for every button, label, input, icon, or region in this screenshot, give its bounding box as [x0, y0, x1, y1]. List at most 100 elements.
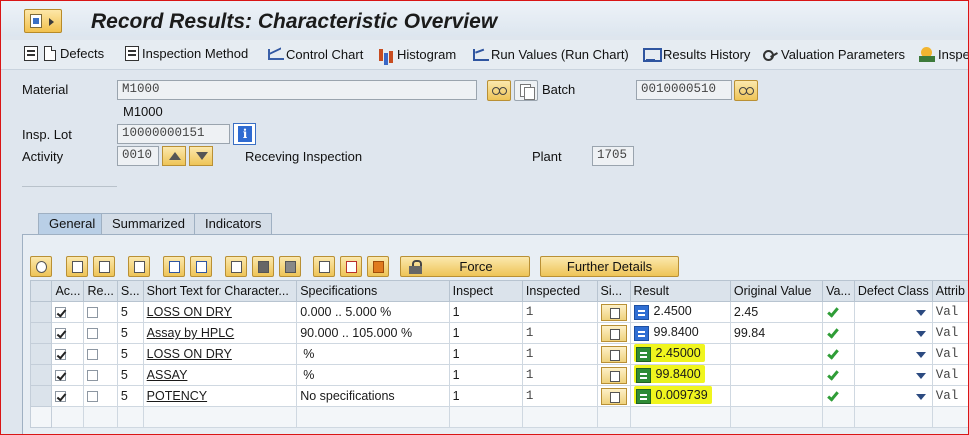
column-header[interactable]: Si... — [596, 280, 631, 302]
toolbar-item-valuation-parameters[interactable]: Valuation Parameters — [762, 46, 905, 62]
defect-class-cell[interactable] — [853, 343, 933, 365]
tab-general[interactable]: General — [38, 213, 107, 234]
find-button[interactable] — [30, 256, 52, 277]
required-checkbox[interactable] — [87, 349, 99, 361]
row-selector[interactable] — [29, 385, 53, 407]
material-field[interactable]: M1000 — [117, 80, 477, 100]
row-selector[interactable] — [29, 322, 53, 344]
dropdown-arrow-icon[interactable] — [915, 309, 926, 316]
dropdown-arrow-icon[interactable] — [915, 393, 926, 400]
column-header[interactable]: Defect Class — [853, 280, 933, 302]
status-cell: 5 — [116, 301, 144, 323]
active-checkbox[interactable] — [55, 391, 67, 403]
further-details-button[interactable]: Further Details — [540, 256, 679, 277]
menu-arrow-icon — [49, 18, 54, 26]
toolbar-item-results-history[interactable]: Results History — [642, 46, 750, 62]
column-header[interactable]: Specifications — [296, 280, 450, 302]
active-checkbox[interactable] — [55, 307, 67, 319]
system-menu-button[interactable] — [24, 9, 62, 33]
material-display-glasses-icon[interactable] — [487, 80, 511, 101]
defect-class-cell[interactable] — [853, 385, 933, 407]
row-selector[interactable] — [29, 406, 53, 428]
single-results-icon[interactable] — [600, 366, 627, 384]
change-status-button[interactable] — [225, 256, 247, 277]
dropdown-arrow-icon[interactable] — [915, 351, 926, 358]
column-header[interactable]: Va... — [822, 280, 855, 302]
defect-class-cell[interactable] — [853, 301, 933, 323]
force-button[interactable]: Force — [400, 256, 530, 277]
result-cell[interactable]: 2.45000 — [629, 343, 731, 365]
result-cell[interactable]: 2.4500 — [629, 301, 731, 323]
active-checkbox-cell — [51, 322, 85, 344]
calculator-button[interactable] — [313, 256, 335, 277]
sort-descending-button[interactable] — [163, 256, 185, 277]
insp-lot-info-button[interactable]: i — [233, 123, 256, 145]
activity-label: Activity — [22, 149, 64, 164]
defect-class-cell[interactable] — [853, 322, 933, 344]
activity-previous-button[interactable] — [162, 146, 186, 166]
dropdown-arrow-icon[interactable] — [915, 372, 926, 379]
toolbar-item-histogram[interactable]: Histogram — [378, 46, 456, 62]
toolbar-item-defects[interactable]: Defects — [24, 46, 104, 61]
batch-field[interactable]: 0010000510 — [636, 80, 732, 100]
sort-ascending-button[interactable] — [190, 256, 212, 277]
lock-button[interactable] — [252, 256, 274, 277]
single-results-icon[interactable] — [600, 324, 627, 342]
row-selector-header[interactable] — [29, 280, 53, 302]
plant-field[interactable]: 1705 — [592, 146, 634, 166]
insp-lot-field[interactable]: 10000000151 — [117, 124, 230, 144]
column-header[interactable]: S... — [116, 280, 144, 302]
column-header[interactable]: Re... — [83, 280, 118, 302]
result-cell[interactable]: 99.8400 — [629, 364, 731, 386]
toolbar-item-inspector[interactable]: Inspe — [919, 46, 969, 62]
column-header[interactable]: Ac... — [51, 280, 85, 302]
short-text-cell[interactable]: ASSAY — [142, 364, 298, 386]
column-header[interactable]: Inspect — [448, 280, 523, 302]
single-results-icon[interactable] — [600, 387, 627, 405]
active-checkbox[interactable] — [55, 349, 67, 361]
toolbar-item-control-chart[interactable]: Control Chart — [267, 46, 363, 62]
select-all-button[interactable] — [66, 256, 88, 277]
single-results-icon[interactable] — [600, 303, 627, 321]
empty-cell — [853, 406, 933, 428]
toolbar-item-inspection-method[interactable]: Inspection Method — [125, 46, 248, 61]
single-results-icon[interactable] — [600, 345, 627, 363]
result-cell[interactable]: 0.009739 — [629, 385, 731, 407]
required-checkbox[interactable] — [87, 307, 99, 319]
short-text-cell[interactable]: POTENCY — [142, 385, 298, 407]
short-text-cell[interactable]: Assay by HPLC — [142, 322, 298, 344]
active-checkbox[interactable] — [55, 328, 67, 340]
calculate-button[interactable] — [340, 256, 362, 277]
row-selector[interactable] — [29, 343, 53, 365]
dropdown-arrow-icon[interactable] — [915, 330, 926, 337]
required-checkbox[interactable] — [87, 328, 99, 340]
insert-row-button[interactable] — [128, 256, 150, 277]
batch-display-glasses-icon[interactable] — [734, 80, 758, 101]
column-header[interactable]: Attrib — [931, 280, 969, 302]
short-text-cell[interactable]: LOSS ON DRY — [142, 343, 298, 365]
column-header[interactable]: Result — [629, 280, 731, 302]
copy-icon[interactable] — [514, 80, 538, 101]
column-header[interactable]: Short Text for Character... — [142, 280, 298, 302]
column-header[interactable]: Original Value — [729, 280, 824, 302]
empty-cell — [822, 406, 855, 428]
deselect-all-button[interactable] — [93, 256, 115, 277]
column-header[interactable]: Inspected — [521, 280, 598, 302]
status-cell: 5 — [116, 385, 144, 407]
scale-button[interactable] — [367, 256, 389, 277]
result-cell[interactable]: 99.8400 — [629, 322, 731, 344]
defect-class-cell[interactable] — [853, 364, 933, 386]
unlock-button[interactable] — [279, 256, 301, 277]
row-selector[interactable] — [29, 364, 53, 386]
short-text-cell[interactable]: LOSS ON DRY — [142, 301, 298, 323]
tab-summarized[interactable]: Summarized — [101, 213, 196, 234]
required-checkbox[interactable] — [87, 391, 99, 403]
toolbar-item-run-values[interactable]: Run Values (Run Chart) — [472, 46, 629, 62]
row-selector[interactable] — [29, 301, 53, 323]
active-checkbox[interactable] — [55, 370, 67, 382]
object-manager-icon[interactable] — [24, 46, 38, 61]
activity-field[interactable]: 0010 — [117, 146, 159, 166]
tab-indicators[interactable]: Indicators — [194, 213, 273, 234]
required-checkbox[interactable] — [87, 370, 99, 382]
activity-next-button[interactable] — [189, 146, 213, 166]
